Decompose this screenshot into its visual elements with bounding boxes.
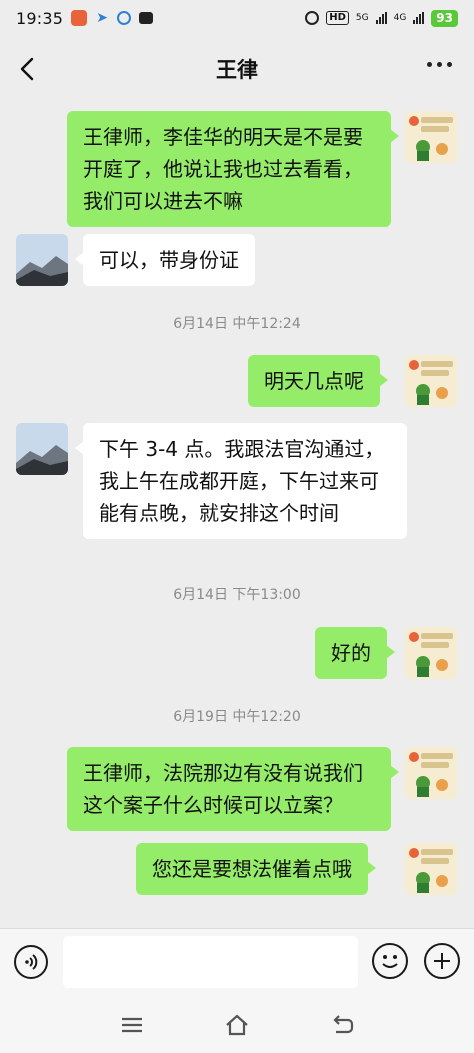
message-input[interactable]	[63, 936, 358, 988]
message-text: 好的	[331, 641, 371, 665]
menu-icon[interactable]	[118, 1012, 146, 1038]
status-time: 19:35	[16, 8, 64, 28]
chat-title: 王律	[216, 58, 258, 82]
voice-button[interactable]	[14, 945, 48, 979]
message-text: 明天几点呢	[264, 369, 364, 393]
avatar[interactable]	[16, 423, 68, 475]
avatar-cartoon-icon	[405, 627, 457, 679]
message-bubble-incoming[interactable]: 可以，带身份证	[75, 234, 255, 286]
battery-indicator: 93	[431, 9, 458, 27]
navigation-arrow-icon: ➤	[96, 10, 108, 26]
message-app-icon	[139, 12, 154, 24]
network-4g-label: 4G	[393, 12, 407, 23]
app-notification-icon	[71, 10, 88, 26]
message-bubble-outgoing[interactable]: 好的	[315, 627, 395, 679]
app-circle-icon	[117, 11, 132, 25]
plus-button[interactable]	[424, 943, 460, 979]
emoji-button[interactable]	[372, 943, 408, 979]
status-right: HD 5G 4G 93	[305, 9, 458, 27]
timestamp: 6月14日 下午13:00	[173, 587, 301, 603]
back-nav-icon[interactable]	[328, 1012, 356, 1038]
avatar[interactable]	[405, 627, 457, 679]
alarm-icon	[305, 11, 320, 25]
message-text: 您还是要想法催着点哦	[152, 857, 352, 881]
mountain-landscape-icon	[16, 423, 68, 475]
system-nav-bar	[0, 998, 474, 1053]
avatar-cartoon-icon	[405, 747, 457, 799]
avatar[interactable]	[405, 355, 457, 407]
chat-input-bar	[0, 928, 474, 999]
timestamp: 6月14日 中午12:24	[173, 316, 301, 332]
signal-4g-icon	[413, 12, 425, 24]
avatar[interactable]	[405, 111, 457, 163]
message-text: 王律师，李佳华的明天是不是要开庭了，他说让我也过去看看，我们可以进去不嘛	[83, 125, 363, 213]
avatar[interactable]	[405, 747, 457, 799]
message-text: 王律师，法院那边有没有说我们这个案子什么时候可以立案？	[83, 761, 363, 817]
emoji-icon	[382, 955, 398, 968]
home-icon[interactable]	[223, 1012, 251, 1038]
message-text: 下午 3-4 点。我跟法官沟通过，我上午在成都开庭，下午过来可能有点晚，就安排这…	[99, 437, 385, 525]
timestamp: 6月19日 中午12:20	[173, 709, 301, 725]
network-5g-label: 5G	[355, 12, 369, 23]
hd-badge: HD	[326, 11, 349, 25]
message-text: 可以，带身份证	[99, 248, 239, 272]
message-bubble-outgoing[interactable]: 王律师，法院那边有没有说我们这个案子什么时候可以立案？	[67, 747, 399, 831]
status-left: 19:35 ➤	[16, 8, 154, 28]
avatar-cartoon-icon	[405, 843, 457, 895]
avatar-cartoon-icon	[405, 355, 457, 407]
message-bubble-outgoing[interactable]: 您还是要想法催着点哦	[136, 843, 376, 895]
avatar[interactable]	[405, 843, 457, 895]
voice-icon	[25, 954, 38, 970]
network-4g: 4G	[393, 12, 407, 23]
message-bubble-outgoing[interactable]: 明天几点呢	[248, 355, 388, 407]
network-5g: 5G	[355, 12, 369, 23]
more-dots-icon[interactable]	[427, 62, 452, 67]
avatar[interactable]	[16, 234, 68, 286]
avatar-cartoon-icon	[405, 111, 457, 163]
chevron-left-icon[interactable]	[14, 54, 44, 84]
status-bar: 19:35 ➤ HD 5G 4G 93	[0, 0, 474, 36]
plus-icon	[434, 953, 450, 969]
message-bubble-incoming[interactable]: 下午 3-4 点。我跟法官沟通过，我上午在成都开庭，下午过来可能有点晚，就安排这…	[75, 423, 407, 539]
mountain-landscape-icon	[16, 234, 68, 286]
message-bubble-outgoing[interactable]: 王律师，李佳华的明天是不是要开庭了，他说让我也过去看看，我们可以进去不嘛	[67, 111, 399, 227]
chat-header: 王律	[0, 36, 474, 102]
signal-5g-icon	[375, 12, 387, 24]
